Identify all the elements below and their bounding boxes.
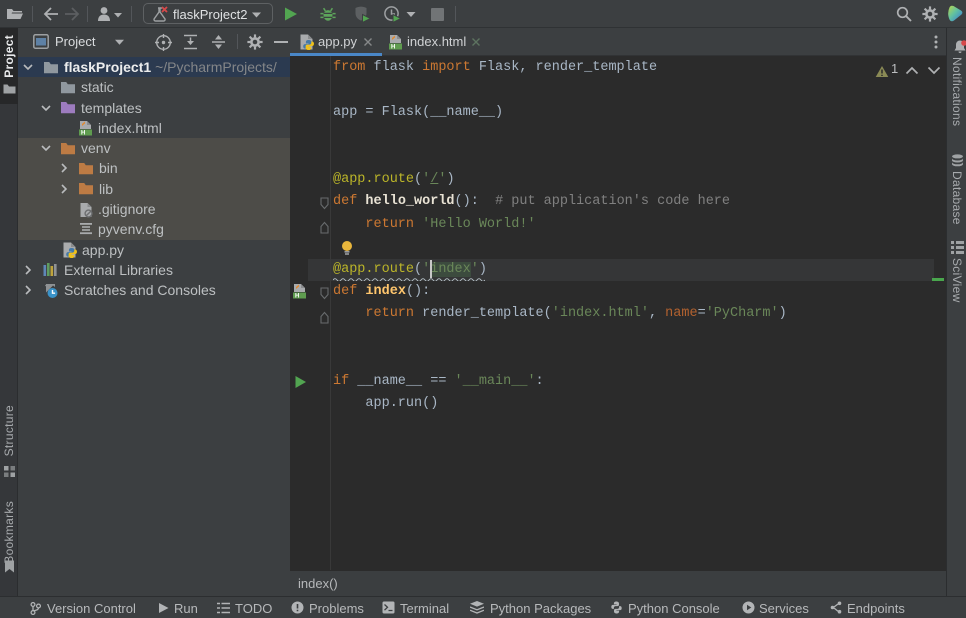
svg-text:H: H: [391, 45, 395, 50]
svg-text:H: H: [81, 131, 85, 136]
svg-text:H: H: [295, 294, 299, 299]
